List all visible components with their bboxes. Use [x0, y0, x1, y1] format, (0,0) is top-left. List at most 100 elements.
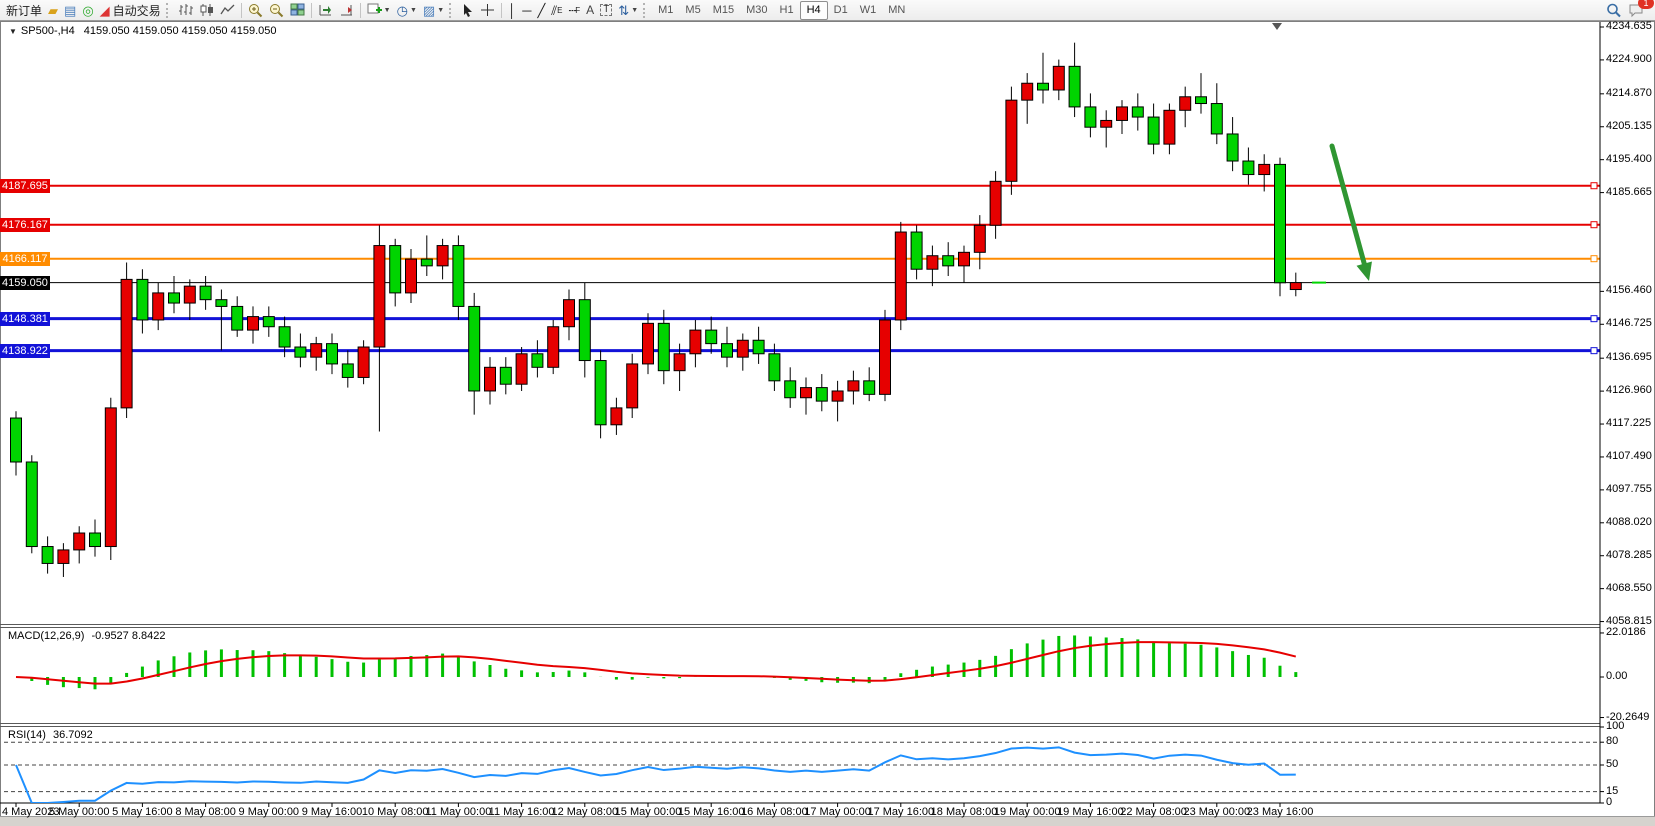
candle-body: [263, 317, 274, 327]
candle-body: [943, 256, 954, 266]
candle-body: [722, 344, 733, 358]
candle-body: [611, 408, 622, 425]
rsi-layer: [16, 747, 1296, 803]
market-watch-button[interactable]: ▰: [45, 1, 61, 19]
level-line-anchor[interactable]: [1591, 183, 1597, 189]
arrows-tool-button[interactable]: ⇅ ▼: [615, 1, 641, 19]
candle-body: [674, 354, 685, 371]
timeframe-m1-button[interactable]: M1: [652, 2, 679, 19]
notifications-button[interactable]: 1: [1625, 1, 1648, 19]
trendline-tool-button[interactable]: ╱: [534, 1, 548, 19]
crosshair-tool-button[interactable]: [477, 1, 498, 19]
trend-arrow-annotation[interactable]: [1332, 146, 1364, 264]
candle-body: [595, 361, 606, 425]
template-icon: ▨: [423, 4, 435, 17]
candle-body: [990, 181, 1001, 225]
candle-body: [500, 367, 511, 384]
zoom-out-button[interactable]: [266, 1, 287, 19]
timeframe-m15-button[interactable]: M15: [707, 2, 740, 19]
timeframe-h4-button[interactable]: H4: [800, 1, 828, 20]
candle-body: [169, 293, 180, 303]
candle-body: [1196, 97, 1207, 104]
timeframe-menu-button[interactable]: ◷ ▼: [394, 1, 420, 19]
fibonacci-tool-button[interactable]: ┄F: [565, 1, 583, 19]
horizontal-line-tool-button[interactable]: ─: [519, 1, 534, 19]
new-order-button[interactable]: 新订单: [3, 1, 45, 19]
toolbar-separator: [241, 3, 242, 18]
candle-chart-mode-button[interactable]: [196, 1, 217, 19]
zoom-in-button[interactable]: [245, 1, 266, 19]
chart-shift-button[interactable]: [336, 1, 357, 19]
line-chart-icon: [220, 3, 235, 17]
community-button[interactable]: ▤: [61, 1, 79, 19]
trend-arrow-head[interactable]: [1357, 262, 1372, 281]
candle-body: [90, 533, 101, 547]
candle-body: [579, 300, 590, 361]
line-chart-mode-button[interactable]: [217, 1, 238, 19]
candle-body: [1022, 83, 1033, 100]
vertical-line-tool-button[interactable]: │: [505, 1, 519, 19]
terminal-icon: ▤: [64, 4, 76, 17]
text-label-tool-button[interactable]: T: [597, 1, 615, 19]
candle-body: [1117, 107, 1128, 121]
autotrade-button[interactable]: ◢ 自动交易: [97, 1, 164, 19]
timeframe-m5-button[interactable]: M5: [679, 2, 706, 19]
candle-body: [864, 381, 875, 395]
candle-body: [485, 367, 496, 391]
close-price-dash: [1312, 282, 1326, 284]
candle-body: [216, 300, 227, 307]
candle-body: [421, 259, 432, 266]
tile-windows-button[interactable]: [287, 1, 308, 19]
candle-body: [895, 232, 906, 320]
signals-button[interactable]: ◎: [79, 1, 96, 19]
template-menu-button[interactable]: ▨ ▼: [420, 1, 447, 19]
new-order-label: 新订单: [6, 2, 42, 19]
vertical-line-icon: │: [508, 4, 516, 17]
level-line-anchor[interactable]: [1591, 256, 1597, 262]
level-line-anchor[interactable]: [1591, 316, 1597, 322]
cursor-tool-button[interactable]: [458, 1, 477, 19]
candle-body: [137, 279, 148, 320]
candle-body: [564, 300, 575, 327]
timeframe-m30-button[interactable]: M30: [740, 2, 773, 19]
gold-bar-icon: ▰: [48, 4, 58, 17]
candle-body: [643, 323, 654, 364]
candle-body: [1101, 120, 1112, 127]
channel-tool-button[interactable]: ⫽E: [548, 1, 565, 19]
add-indicator-button[interactable]: ▼: [364, 1, 394, 19]
candle-body: [959, 252, 970, 266]
timeframe-w1-button[interactable]: W1: [854, 2, 883, 19]
main-toolbar: 新订单 ▰ ▤ ◎ ◢ 自动交易 ▼ ◷: [0, 0, 1655, 21]
level-line-anchor[interactable]: [1591, 348, 1597, 354]
candle-body: [279, 327, 290, 347]
text-tool-icon: A: [586, 3, 594, 17]
timeframe-h1-button[interactable]: H1: [774, 2, 800, 19]
text-tool-button[interactable]: A: [583, 1, 597, 19]
bar-chart-mode-button[interactable]: [175, 1, 196, 19]
candle-body: [801, 388, 812, 398]
search-button[interactable]: [1603, 1, 1625, 19]
candle-body: [706, 330, 717, 344]
autotrade-label: 自动交易: [113, 2, 161, 19]
candle-body: [974, 225, 985, 252]
level-line-anchor[interactable]: [1591, 222, 1597, 228]
chevron-down-icon: ▼: [437, 7, 444, 14]
candle-body: [769, 354, 780, 381]
timeframe-d1-button[interactable]: D1: [828, 2, 854, 19]
trendline-icon: ╱: [537, 4, 545, 17]
rsi-line: [16, 747, 1296, 803]
candle-body: [627, 364, 638, 408]
fibonacci-icon: ┄: [568, 4, 575, 17]
price-chart[interactable]: [0, 0, 1655, 826]
timeframe-mn-button[interactable]: MN: [882, 2, 911, 19]
candle-body: [121, 279, 132, 408]
chart-shift-marker[interactable]: [1272, 23, 1282, 30]
auto-scroll-button[interactable]: [315, 1, 336, 19]
toolbar-grip: [643, 3, 648, 18]
candle-body: [42, 547, 53, 564]
chevron-down-icon: ▼: [384, 7, 391, 14]
toolbar-separator: [311, 3, 312, 18]
candle-body: [690, 330, 701, 354]
toolbar-separator: [501, 3, 502, 18]
candle-body: [1038, 83, 1049, 90]
